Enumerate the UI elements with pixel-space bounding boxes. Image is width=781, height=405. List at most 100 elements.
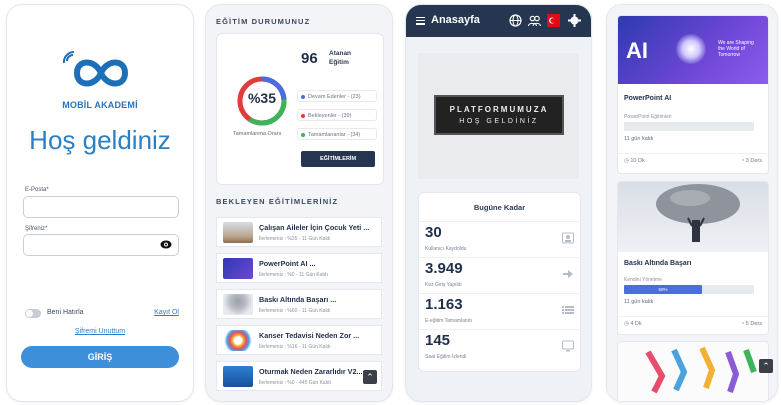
welcome-heading: Hoş geldiniz: [29, 125, 171, 155]
stat-value: 30: [425, 224, 442, 241]
assigned-count: 96: [301, 50, 318, 67]
list-item[interactable]: Çalışan Aileler İçin Çocuk Yeti ... İler…: [216, 217, 382, 247]
course-image: [618, 182, 768, 252]
remember-toggle[interactable]: [25, 309, 41, 318]
app-header: Anasayfa: [406, 5, 591, 37]
chevron-up-icon: ⌃: [366, 372, 374, 382]
email-field[interactable]: [23, 196, 179, 218]
courses-screen: AI We are Shaping the World of Tomorrow …: [606, 4, 778, 402]
course-thumbnail: [223, 222, 253, 243]
list-item[interactable]: Kanser Tedavisi Neden Zor ... İlerlemeni…: [216, 325, 382, 355]
clock-icon: ◷: [624, 321, 629, 327]
stat-label: Saat Eğitim İzlendi: [425, 354, 467, 360]
user-card-icon: [562, 232, 574, 244]
stat-value: 3.949: [425, 260, 463, 277]
menu-icon[interactable]: [416, 17, 425, 25]
list-item[interactable]: PowerPoint AI ... İlerlemeniz : %0 - 11 …: [216, 253, 382, 283]
welcome-banner: PLATFORMUMUZA HOŞ GELDİNİZ: [418, 53, 579, 179]
legend-label: Devam Edenler - (23): [308, 94, 361, 100]
list-item-title: Baskı Altında Başarı ...: [259, 295, 337, 304]
brand-name: MOBİL AKADEMİ: [62, 100, 138, 110]
remember-label: Beni Hatırla: [47, 309, 84, 316]
monitor-icon: [562, 340, 574, 352]
course-category: PowerPoint Eğitimleri: [624, 114, 672, 120]
boulder-illustration: [656, 184, 740, 242]
turkish-flag-icon[interactable]: [547, 14, 560, 27]
lessons-icon: ◔: [740, 321, 745, 327]
course-duration: 4 Dk: [630, 321, 642, 327]
days-left: 11 gün kaldı: [624, 299, 654, 305]
password-label: Şifreniz*: [25, 226, 48, 232]
stat-value: 1.163: [425, 296, 463, 313]
pending-section-title: BEKLEYEN EĞİTİMLERİNİZ: [216, 197, 339, 206]
course-thumbnail: [223, 294, 253, 315]
list-item-title: Kanser Tedavisi Neden Zor ...: [259, 331, 360, 340]
login-screen: MOBİL AKADEMİ Hoş geldiniz E-Posta* Şifr…: [6, 4, 194, 402]
course-footer: ◷ 4 Dk ◔ 5 Ders: [618, 316, 768, 331]
course-lessons: 5 Ders: [745, 321, 762, 327]
progress-fill: 60%: [624, 285, 702, 294]
list-item[interactable]: Baskı Altında Başarı ... İlerlemeniz : %…: [216, 289, 382, 319]
course-image-word: AI: [626, 38, 648, 63]
my-trainings-button[interactable]: EĞİTİMLERİM: [301, 151, 375, 167]
scroll-top-button[interactable]: ⌃: [363, 370, 377, 384]
users-icon[interactable]: [528, 14, 541, 27]
course-duration: 10 Dk: [630, 158, 645, 164]
list-icon: [562, 306, 574, 314]
list-item-sub: İlerlemeniz : %0 - 11 Gün Kaldı: [259, 272, 328, 278]
clock-icon: ◷: [624, 158, 629, 164]
eye-icon[interactable]: [160, 240, 172, 249]
status-section-title: EĞİTİM DURUMUNUZ: [216, 17, 311, 26]
list-item-sub: İlerlemeniz : %60 - 11 Gün Kaldı: [259, 308, 331, 314]
email-label: E-Posta*: [25, 187, 49, 193]
scroll-top-button[interactable]: ⌃: [759, 359, 773, 373]
stat-row: 145 Saat Eğitim İzlendi: [419, 329, 580, 366]
legend-in-progress: Devam Edenler - (23): [297, 90, 377, 102]
course-thumbnail: [223, 258, 253, 279]
course-image-tagline: We are Shaping the World of Tomorrow: [718, 40, 754, 58]
course-footer: ◷ 10 Dk ◔ 3 Ders: [618, 153, 768, 168]
gear-icon[interactable]: [568, 14, 581, 27]
course-thumbnail: [223, 366, 253, 387]
stat-label: E-eğitim Tamamlandı: [425, 318, 472, 324]
course-card[interactable]: AI We are Shaping the World of Tomorrow …: [617, 15, 769, 174]
password-field[interactable]: [23, 234, 179, 256]
course-lessons: 3 Ders: [745, 158, 762, 164]
lessons-icon: ◔: [740, 158, 745, 164]
status-screen: EĞİTİM DURUMUNUZ %35 Tamamlanma Oranı 96…: [205, 4, 393, 402]
completion-label: Tamamlanma Oranı: [233, 131, 282, 137]
course-card[interactable]: Baskı Altında Başarı Kendini Yönetme 60%…: [617, 181, 769, 335]
course-category: Kendini Yönetme: [624, 277, 662, 283]
list-item-sub: İlerlemeniz : %0 - 445 Gün Kaldı: [259, 380, 331, 386]
course-thumbnail: [223, 330, 253, 351]
register-link[interactable]: Kayıt Ol: [154, 309, 179, 316]
stat-label: Kullanıcı Kaydoldu: [425, 246, 467, 252]
list-item-sub: İlerlemeniz : %35 - 11 Gün Kaldı: [259, 236, 331, 242]
completion-percent: %35: [247, 90, 277, 106]
lightbulb-icon: [676, 34, 706, 64]
stat-value: 145: [425, 332, 451, 349]
banner-line-1: PLATFORMUMUZA: [449, 105, 549, 114]
stat-label: Kez Giriş Yapıldı: [425, 282, 462, 288]
login-button[interactable]: GİRİŞ: [21, 346, 179, 368]
list-item-title: Çalışan Aileler İçin Çocuk Yeti ...: [259, 223, 370, 232]
stat-row: 1.163 E-eğitim Tamamlandı: [419, 293, 580, 330]
chevron-up-icon: ⌃: [762, 361, 770, 371]
stats-card: Bugüne Kadar 30 Kullanıcı Kaydoldu 3.949…: [418, 192, 581, 372]
progress-bar: [624, 122, 754, 131]
progress-bar: 60%: [624, 285, 754, 294]
home-screen: Anasayfa PLATFORMUMUZA HOŞ GELDİNİZ Bugü…: [405, 4, 592, 402]
globe-icon[interactable]: [509, 14, 522, 27]
login-arrow-icon: [563, 270, 573, 278]
course-title: PowerPoint AI: [624, 95, 672, 102]
legend-pending: Bekleyenler - (39): [297, 109, 377, 121]
list-item-title: Oturmak Neden Zararlıdır V2...: [259, 367, 363, 376]
forgot-password-link[interactable]: Şifremi Unuttum: [7, 328, 193, 335]
days-left: 11 gün kaldı: [624, 136, 654, 142]
course-image: AI We are Shaping the World of Tomorrow: [618, 16, 768, 84]
list-item-sub: İlerlemeniz : %16 - 11 Gün Kaldı: [259, 344, 331, 350]
list-item[interactable]: Oturmak Neden Zararlıdır V2... İlerlemen…: [216, 361, 382, 391]
course-card[interactable]: [617, 341, 769, 401]
legend-label: Bekleyenler - (39): [308, 113, 352, 119]
banner-board: PLATFORMUMUZA HOŞ GELDİNİZ: [434, 95, 564, 135]
